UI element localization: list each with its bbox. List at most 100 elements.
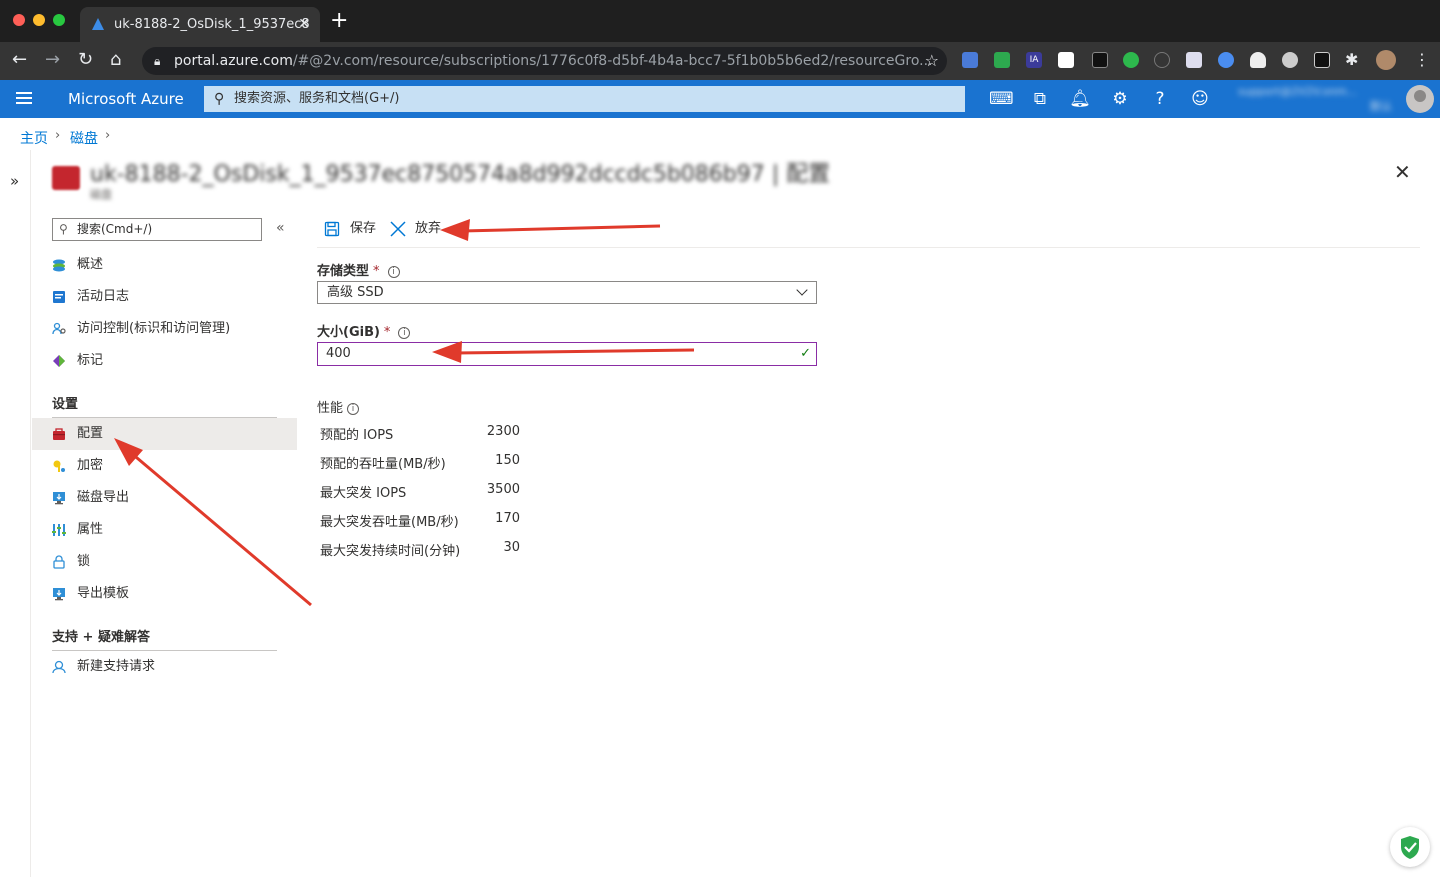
diamond-extension-icon[interactable] (1186, 52, 1202, 68)
breadcrumb-disks[interactable]: 磁盘 (70, 128, 98, 148)
extension-icon[interactable] (1092, 52, 1108, 68)
menu-item-disk-export[interactable]: 磁盘导出 (32, 482, 297, 514)
info-icon[interactable]: i (387, 266, 400, 278)
shield-check-icon (1401, 836, 1419, 859)
arrow-to-discard (440, 219, 661, 241)
discard-button[interactable]: 放弃 (389, 218, 441, 240)
directory-filter-icon[interactable]: ⧉ (1029, 88, 1051, 110)
perf-label: 预配的吞吐量(MB/秒) (320, 457, 446, 472)
azure-brand[interactable]: Microsoft Azure (68, 80, 184, 118)
profile-avatar-icon[interactable] (1376, 50, 1396, 70)
menu-item-label: 加密 (77, 458, 104, 473)
menu-item-tags[interactable]: 标记 (32, 345, 297, 377)
storage-type-value: 高级 SSD (327, 285, 384, 300)
page-title: uk-8188-2_OsDisk_1_9537ec8750574a8d992dc… (90, 162, 831, 187)
discard-label: 放弃 (415, 221, 442, 236)
menu-item-export-template[interactable]: 导出模板 (32, 578, 297, 610)
discard-x-icon (390, 221, 406, 237)
perf-label: 预配的 IOPS (320, 428, 394, 443)
size-label: 大小(GiB) * i (317, 321, 411, 340)
page-subtitle: 磁盘 (90, 188, 112, 201)
extension-icon[interactable] (1058, 52, 1074, 68)
performance-heading: 性能 i (317, 397, 360, 416)
security-shield-button[interactable] (1390, 827, 1430, 867)
account-info[interactable]: support@2V2V.onm... 默认 (1238, 84, 1398, 114)
menu-item-locks[interactable]: 锁 (32, 546, 297, 578)
puzzle-extensions-icon[interactable]: ✱ (1345, 50, 1358, 70)
menu-item-overview[interactable]: 概述 (32, 249, 297, 281)
extension-icon[interactable] (1218, 52, 1234, 68)
tab-close-icon[interactable]: ✕ (298, 7, 310, 42)
cloud-extension-icon[interactable] (1250, 52, 1266, 68)
menu-item-label: 概述 (77, 257, 104, 272)
user-avatar[interactable] (1406, 85, 1434, 113)
window-close-button[interactable] (13, 14, 25, 26)
menu-item-configuration[interactable]: 配置 (32, 418, 297, 450)
window-minimize-button[interactable] (33, 14, 45, 26)
search-icon: ⚲ (59, 222, 68, 236)
lock-icon (53, 555, 65, 569)
search-icon: ⚲ (214, 91, 225, 107)
reload-icon[interactable]: ↻ (78, 50, 93, 70)
info-icon[interactable]: i (347, 403, 360, 415)
back-arrow-icon[interactable]: ← (12, 50, 27, 70)
info-icon[interactable]: i (398, 327, 411, 339)
breadcrumb-home[interactable]: 主页 (20, 128, 48, 148)
home-icon[interactable]: ⌂ (110, 50, 121, 70)
browser-tab-active[interactable]: uk-8188-2_OsDisk_1_9537ec8 ✕ (80, 7, 320, 42)
new-tab-button[interactable]: + (330, 10, 348, 32)
chrome-extension-icon[interactable] (994, 52, 1010, 68)
account-email: support@2V2V.onm... (1238, 85, 1358, 98)
menu-item-label: 新建支持请求 (77, 659, 156, 674)
menu-item-properties[interactable]: 属性 (32, 514, 297, 546)
url-bar[interactable]: 🔒︎ portal.azure.com/#@2v.com/resource/su… (142, 47, 947, 75)
required-mark: * (373, 264, 380, 279)
bookmark-star-icon[interactable]: ☆ (925, 47, 939, 75)
size-value: 400 (326, 346, 351, 361)
hamburger-menu-icon[interactable] (16, 92, 32, 104)
activity-log-icon (53, 291, 65, 303)
perf-value: 150 (495, 453, 520, 468)
account-directory: 默认 (1370, 100, 1392, 113)
browser-menu-icon[interactable]: ⋮ (1414, 50, 1430, 70)
settings-gear-icon[interactable]: ⚙ (1109, 88, 1131, 110)
extension-icon[interactable] (1154, 52, 1170, 68)
forward-arrow-icon[interactable]: → (45, 50, 60, 70)
storage-type-label-text: 存储类型 (317, 264, 370, 279)
close-blade-icon[interactable]: ✕ (1394, 160, 1411, 184)
size-input[interactable]: 400 ✓ (317, 342, 817, 366)
lock-icon: 🔒︎ (154, 54, 161, 68)
help-icon[interactable]: ? (1149, 88, 1171, 110)
menu-item-new-support-request[interactable]: 新建支持请求 (32, 651, 297, 683)
menu-item-label: 属性 (77, 522, 104, 537)
save-button[interactable]: 保存 (324, 218, 376, 240)
menu-item-activity-log[interactable]: 活动日志 (32, 281, 297, 313)
notifications-bell-icon[interactable]: 🔔︎ (1069, 88, 1091, 110)
cloud-shell-icon[interactable]: ⌨ (989, 88, 1014, 110)
menu-item-label: 磁盘导出 (77, 490, 130, 505)
perf-value: 3500 (486, 482, 520, 497)
perf-value: 2300 (486, 424, 520, 439)
menu-item-encryption[interactable]: 加密 (32, 450, 297, 482)
ia-extension-icon[interactable]: IA (1026, 52, 1042, 68)
window-zoom-button[interactable] (53, 14, 65, 26)
feedback-smiley-icon[interactable]: ☺ (1189, 88, 1211, 110)
menu-search-input[interactable]: ⚲ 搜索(Cmd+/) (52, 218, 262, 241)
menu-item-label: 活动日志 (77, 289, 130, 304)
global-search-input[interactable]: ⚲ 搜索资源、服务和文档(G+/) (204, 86, 965, 112)
overview-icon (53, 259, 65, 272)
extension-icon[interactable] (1314, 52, 1330, 68)
size-label-text: 大小(GiB) (317, 325, 380, 340)
extension-icon[interactable] (1282, 52, 1298, 68)
menu-item-label: 访问控制(标识和访问管理) (77, 321, 231, 336)
collapse-menu-icon[interactable]: « (276, 220, 285, 236)
menu-item-access-control[interactable]: 访问控制(标识和访问管理) (32, 313, 297, 345)
storage-type-dropdown[interactable]: 高级 SSD (317, 281, 817, 304)
browser-toolbar: ← → ↻ ⌂ 🔒︎ portal.azure.com/#@2v.com/res… (0, 42, 1440, 115)
evernote-extension-icon[interactable] (1123, 52, 1139, 68)
expand-chevrons-icon[interactable]: » (10, 172, 19, 190)
performance-title: 性能 (317, 401, 344, 416)
translate-extension-icon[interactable] (962, 52, 978, 68)
azure-portal-header: Microsoft Azure ⚲ 搜索资源、服务和文档(G+/) ⌨ ⧉ 🔔︎… (0, 80, 1440, 118)
tag-icon (53, 355, 65, 367)
